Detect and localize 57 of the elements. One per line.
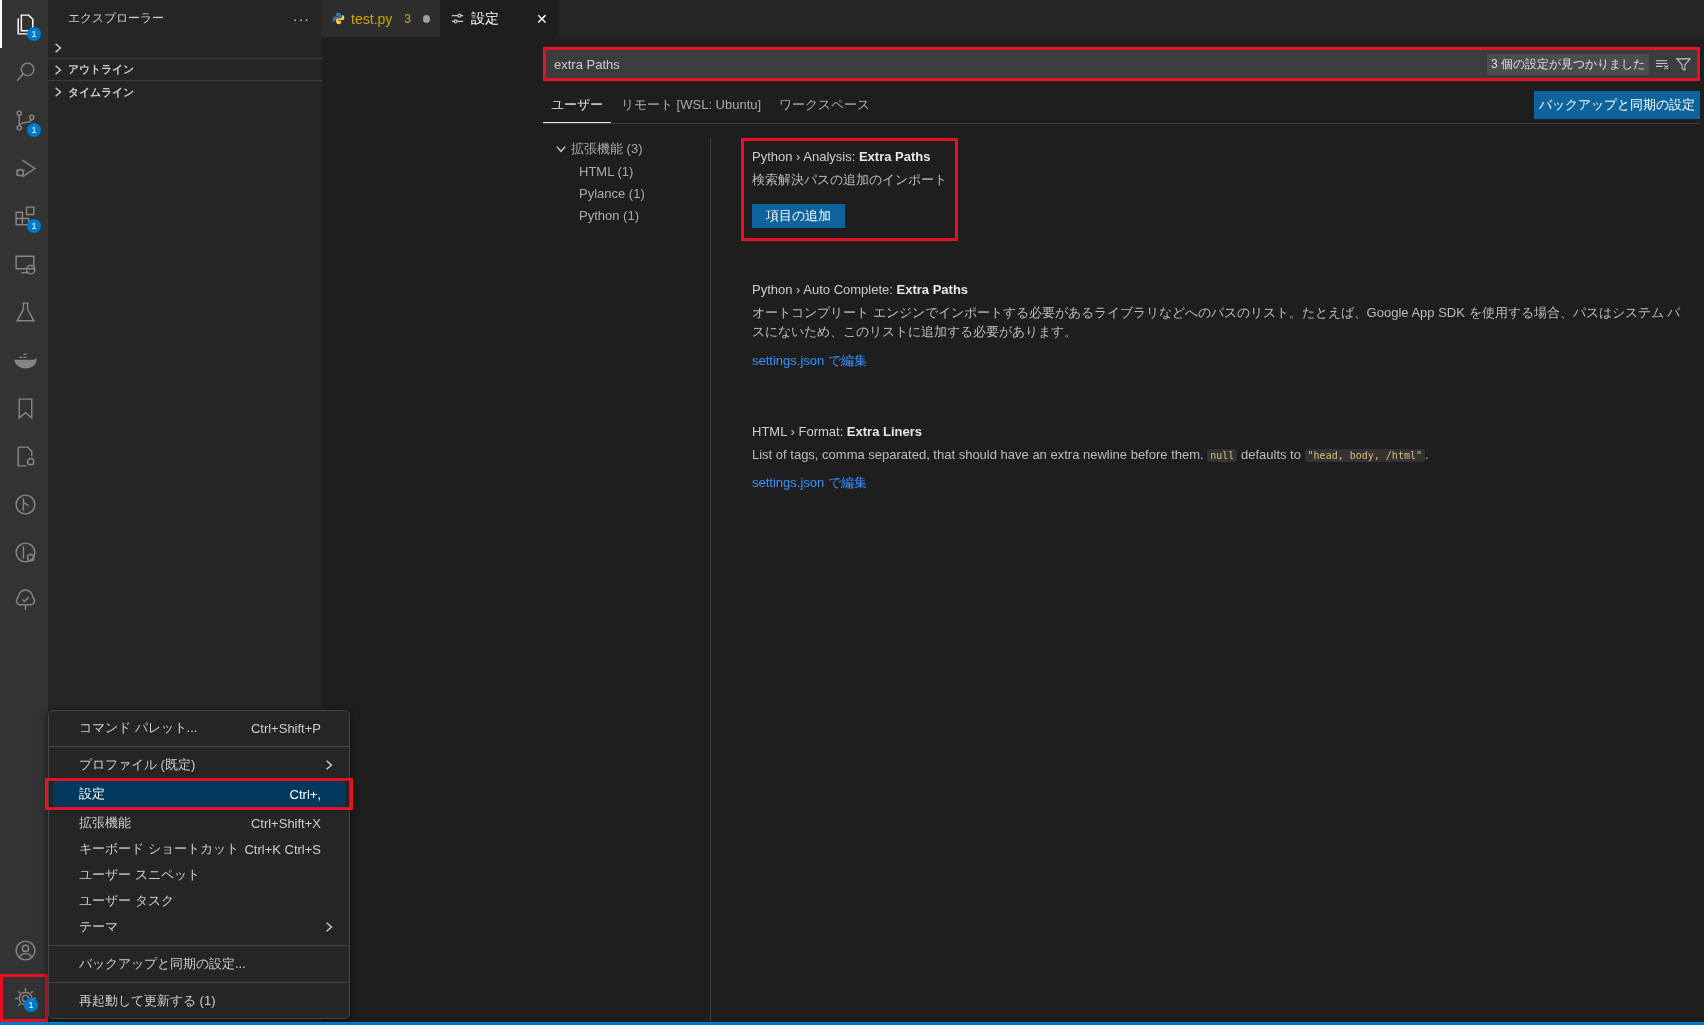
menu-item[interactable]: キーボード ショートカット Ctrl+K Ctrl+S [53,836,345,862]
tab-label: test.py [351,10,393,27]
graph-icon [12,491,38,517]
menu-item[interactable]: コマンド パレット... Ctrl+Shift+P [53,715,345,741]
tab-label: 設定 [471,9,499,28]
menu-item[interactable]: プロファイル (既定) [53,752,345,778]
setting-title: HTML › Format: Extra Liners [752,423,922,439]
blocks-icon [12,203,38,229]
menu-item[interactable]: テーマ [53,914,345,940]
search-box[interactable]: extra Paths 3 個の設定が見つかりました [543,47,1700,81]
graph-search-icon [12,539,38,565]
count-badge: 1 [27,219,41,233]
account-icon [12,937,38,963]
activity-button[interactable]: 1 [3,977,45,1019]
menu-item[interactable]: 再起動して更新する (1) [53,988,345,1014]
activity-button[interactable]: 1 [0,192,48,240]
menu-item[interactable]: ユーザー タスク [53,888,345,914]
toc-item[interactable]: Python (1) [555,204,639,226]
setting-title: Python › Analysis: Extra Paths [752,149,931,164]
filter-icon[interactable] [1676,56,1691,72]
result-count: 3 個の設定が見つかりました [1487,53,1649,75]
count-badge: 1 [27,27,41,41]
unsaved-dot [423,14,430,23]
edit-link[interactable]: settings.json で編集 [752,474,867,492]
submenu-chevron-icon [323,921,335,933]
editor-tab[interactable]: 設定 ✕ [440,0,558,37]
section-header[interactable]: アウトライン [48,59,322,81]
scope-tab[interactable]: ワークスペース [771,87,879,123]
menu-item[interactable]: ユーザー スニペット [53,862,345,888]
menu-item[interactable]: 設定 Ctrl+, [53,781,345,807]
sync-settings-button[interactable]: バックアップと同期の設定 [1534,91,1700,119]
problem-count: 3 [404,11,411,26]
sliders-icon [450,11,465,26]
activity-button[interactable]: 1 [0,96,48,144]
menu-item[interactable]: バックアップと同期の設定... [53,951,345,977]
more-button[interactable]: ··· [293,10,310,27]
menu-item[interactable]: 拡張機能 Ctrl+Shift+X [53,810,345,836]
submenu-chevron-icon [323,759,335,771]
count-badge: 1 [24,998,38,1012]
section-header[interactable]: タイムライン [48,81,322,103]
add-item-button[interactable]: 項目の追加 [752,203,845,228]
scope-tab[interactable]: ユーザー [543,87,611,123]
editor-tab[interactable]: test.py 3 [322,0,440,37]
snake-icon [332,11,346,26]
toc-item[interactable]: 拡張機能 (3) [555,138,643,160]
toc-item[interactable]: Pylance (1) [555,182,645,204]
toc-item[interactable]: HTML (1) [555,160,634,182]
count-badge: 1 [27,123,41,137]
setting-description: 検索解決パスの追加のインポート [752,171,947,189]
setting-description: オートコンプリート エンジンでインポートする必要があるライブラリなどへのパスのリスト。たとえば、Google App SDK を使用する場合、パスはシステム パスにないため、このリストに追加する必要があります。 [752,303,1682,341]
sidebar-title: エクスプローラー [68,10,164,27]
scope-tab[interactable]: リモート [WSL: Ubuntu] [613,87,770,123]
close-button[interactable]: ✕ [536,10,548,27]
search-field[interactable]: extra Paths [554,56,1481,72]
edit-link[interactable]: settings.json で編集 [752,351,867,370]
setting-title: Python › Auto Complete: Extra Paths [752,281,969,297]
setting-description: List of tags, comma separated, that should have an extra newline before them. null defaults to "head, body, /html" . [752,445,1429,464]
